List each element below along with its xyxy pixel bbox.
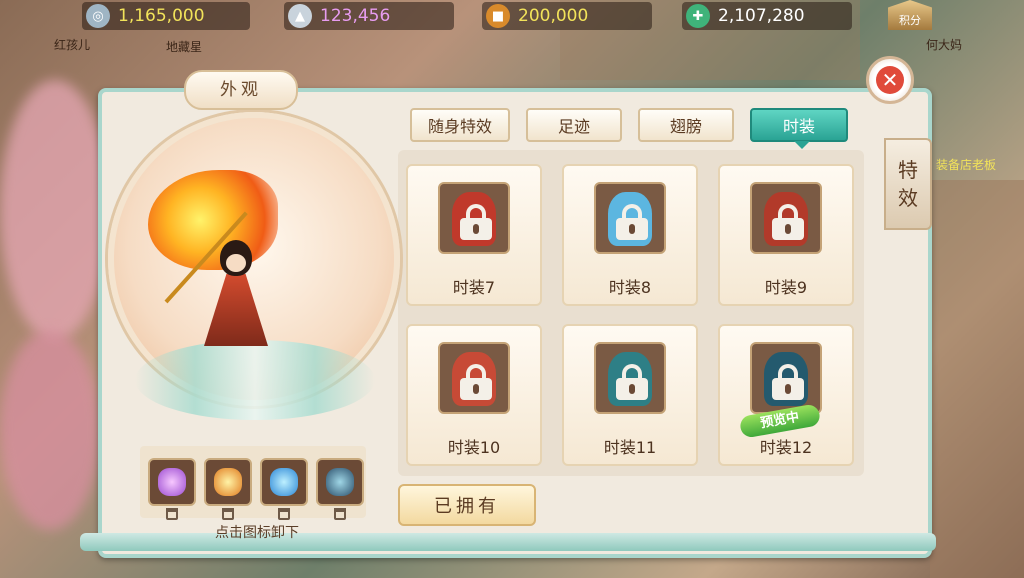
unequip-icon bbox=[334, 508, 346, 520]
owned-button-label: 已拥有 bbox=[434, 496, 500, 517]
copper-coin-icon: ■ bbox=[486, 4, 510, 28]
npc-name: 地藏星 bbox=[166, 40, 203, 54]
character-face bbox=[226, 254, 246, 272]
lock-icon bbox=[460, 364, 492, 400]
blue-wings-icon bbox=[270, 468, 298, 496]
equipped-slot[interactable] bbox=[148, 458, 196, 520]
purple-aura-icon bbox=[158, 468, 186, 496]
side-tab-effects[interactable]: 特 效 bbox=[884, 138, 932, 230]
lock-icon bbox=[460, 204, 492, 240]
silver-ingot-counter[interactable]: ▲ 123,456 bbox=[284, 2, 454, 30]
costume-card[interactable]: 时装7 bbox=[406, 164, 542, 306]
lock-icon bbox=[616, 364, 648, 400]
lock-icon bbox=[616, 204, 648, 240]
equipped-slot[interactable] bbox=[316, 458, 364, 520]
npc-name: 红孩儿 bbox=[54, 38, 91, 52]
side-tab-char: 特 bbox=[898, 158, 918, 182]
unequip-hint: 点击图标卸下 bbox=[215, 525, 299, 541]
unequip-icon bbox=[166, 508, 178, 520]
costume-name: 时装8 bbox=[608, 278, 652, 297]
score-button[interactable]: 积分 bbox=[888, 0, 932, 30]
silver-coin-counter[interactable]: ◎ 1,165,000 bbox=[82, 2, 250, 30]
tab-effects[interactable]: 随身特效 bbox=[410, 108, 510, 142]
silver-ingot-value: 123,456 bbox=[320, 6, 391, 26]
background-building bbox=[930, 180, 1024, 578]
tab-label: 时装 bbox=[782, 117, 815, 136]
jade-money-tree-value: 2,107,280 bbox=[718, 6, 805, 26]
player-character bbox=[190, 240, 280, 350]
costume-name: 时装11 bbox=[603, 438, 657, 457]
fire-orb-icon bbox=[214, 468, 242, 496]
resource-bar: ◎ 1,165,000 ▲ 123,456 ■ 200,000 ✚ 2,107,… bbox=[0, 0, 1024, 34]
silver-coin-value: 1,165,000 bbox=[118, 6, 205, 26]
unequip-icon bbox=[278, 508, 290, 520]
costume-name: 时装7 bbox=[452, 278, 496, 297]
cherry-blossom-tree bbox=[0, 330, 100, 530]
cloud-swirl-decoration bbox=[135, 340, 375, 420]
silver-ingot-icon: ▲ bbox=[288, 4, 312, 28]
costume-card[interactable]: 时装11 bbox=[562, 324, 698, 466]
tab-costumes[interactable]: 时装 bbox=[750, 108, 848, 142]
costume-thumbnail bbox=[750, 182, 822, 254]
costume-card[interactable]: 时装9 bbox=[718, 164, 854, 306]
tab-footprints[interactable]: 足迹 bbox=[526, 108, 622, 142]
tab-label: 翅膀 bbox=[669, 117, 702, 136]
tab-label: 随身特效 bbox=[427, 117, 492, 136]
side-tab-char: 效 bbox=[898, 186, 918, 210]
costume-thumbnail bbox=[594, 182, 666, 254]
costume-card[interactable]: 预览中 时装12 bbox=[718, 324, 854, 466]
tab-wings[interactable]: 翅膀 bbox=[638, 108, 734, 142]
costume-name: 时装9 bbox=[764, 278, 808, 297]
equipped-slot[interactable] bbox=[204, 458, 252, 520]
costume-thumbnail bbox=[750, 342, 822, 414]
equipped-slot[interactable] bbox=[260, 458, 308, 520]
npc-name: 装备店老板 bbox=[936, 158, 997, 172]
tab-label: 足迹 bbox=[557, 117, 590, 136]
active-tab-indicator bbox=[794, 141, 810, 149]
jade-money-tree-icon: ✚ bbox=[686, 4, 710, 28]
npc-name: 何大妈 bbox=[926, 38, 963, 52]
owned-filter-button[interactable]: 已拥有 bbox=[398, 484, 536, 526]
silver-coin-icon: ◎ bbox=[86, 4, 110, 28]
lock-icon bbox=[772, 364, 804, 400]
costume-name: 时装12 bbox=[759, 438, 813, 457]
close-button[interactable]: ✕ bbox=[866, 56, 914, 104]
jade-money-tree-counter[interactable]: ✚ 2,107,280 bbox=[682, 2, 852, 30]
costume-card[interactable]: 时装8 bbox=[562, 164, 698, 306]
costume-name: 时装10 bbox=[447, 438, 501, 457]
score-label: 积分 bbox=[899, 14, 921, 27]
unequip-icon bbox=[222, 508, 234, 520]
character-body bbox=[204, 274, 268, 346]
costume-thumbnail bbox=[594, 342, 666, 414]
lock-icon bbox=[772, 204, 804, 240]
panel-title: 外观 bbox=[184, 70, 298, 110]
costume-thumbnail bbox=[438, 342, 510, 414]
close-icon: ✕ bbox=[876, 66, 904, 94]
costume-thumbnail bbox=[438, 182, 510, 254]
costume-card[interactable]: 时装10 bbox=[406, 324, 542, 466]
copper-coin-value: 200,000 bbox=[518, 6, 589, 26]
cherry-blossom-tree bbox=[0, 80, 110, 340]
copper-coin-counter[interactable]: ■ 200,000 bbox=[482, 2, 652, 30]
costume-icon bbox=[326, 468, 354, 496]
